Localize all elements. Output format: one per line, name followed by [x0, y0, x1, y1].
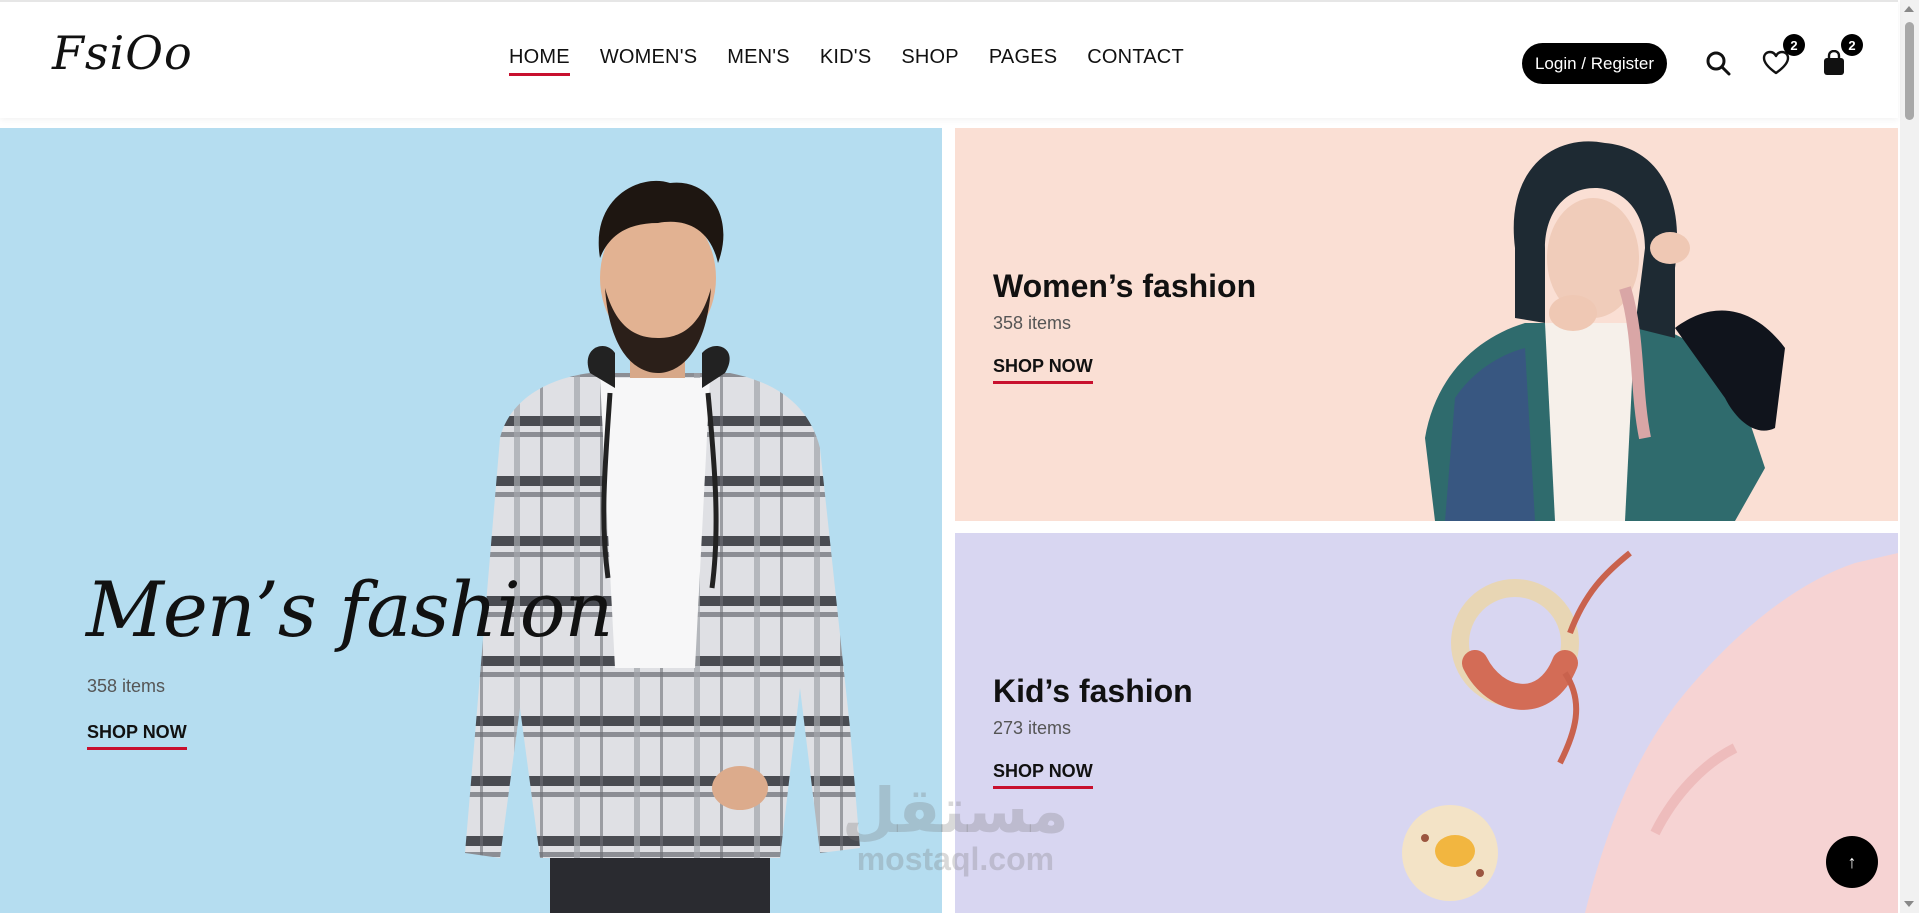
kids-banner-title: Kid’s fashion: [993, 673, 1193, 709]
cart-count-badge: 2: [1841, 34, 1863, 56]
womens-banner-text: Women’s fashion 358 items SHOP NOW: [993, 268, 1256, 384]
kids-products-image: [1402, 550, 1898, 913]
scroll-down-icon[interactable]: [1904, 901, 1914, 907]
womens-shop-now-link[interactable]: SHOP NOW: [993, 356, 1093, 384]
nav-shop[interactable]: SHOP: [901, 46, 958, 75]
womens-banner-title: Women’s fashion: [993, 268, 1257, 304]
womens-fashion-banner[interactable]: Women’s fashion 358 items SHOP NOW: [955, 128, 1898, 521]
watermark-latin: mostaql.com: [856, 841, 1055, 877]
kids-fashion-banner[interactable]: Kid’s fashion 273 items SHOP NOW: [955, 533, 1898, 913]
womens-model-image: [1425, 141, 1785, 521]
kids-item-count: 273 items: [993, 718, 1072, 738]
back-to-top-button[interactable]: ↑: [1826, 836, 1878, 888]
mens-item-count: 358 items: [87, 676, 166, 696]
search-button[interactable]: [1701, 46, 1735, 80]
nav-home[interactable]: HOME: [509, 46, 570, 76]
nav-womens[interactable]: WOMEN'S: [600, 46, 697, 75]
site-logo[interactable]: FsiOo: [52, 26, 193, 80]
site-header: FsiOo HOME WOMEN'S MEN'S KID'S SHOP PAGE…: [0, 0, 1898, 118]
shopping-bag-icon: [1824, 50, 1844, 75]
mens-shop-now-link[interactable]: SHOP NOW: [87, 722, 187, 750]
kids-banner-text: Kid’s fashion 273 items SHOP NOW: [993, 673, 1193, 789]
nav-mens[interactable]: MEN'S: [727, 46, 790, 75]
mens-fashion-banner[interactable]: Men’s fashion 358 items SHOP NOW: [0, 128, 942, 913]
scrollbar-thumb[interactable]: [1905, 22, 1914, 120]
nav-pages[interactable]: PAGES: [989, 46, 1057, 75]
nav-kids[interactable]: KID'S: [820, 46, 872, 75]
heart-icon: [1762, 50, 1790, 75]
mens-banner-title: Men’s fashion: [86, 565, 613, 654]
wishlist-count-badge: 2: [1783, 34, 1805, 56]
nav-contact[interactable]: CONTACT: [1087, 46, 1184, 75]
search-icon: [1706, 51, 1731, 76]
scroll-up-icon[interactable]: [1904, 6, 1914, 12]
cart-button[interactable]: 2: [1817, 34, 1863, 80]
page-scrollbar[interactable]: [1900, 0, 1919, 913]
womens-item-count: 358 items: [993, 313, 1072, 333]
wishlist-button[interactable]: 2: [1759, 34, 1805, 80]
login-register-button[interactable]: Login / Register: [1522, 43, 1667, 84]
arrow-up-icon: ↑: [1847, 851, 1857, 872]
watermark-arabic: مستقل: [842, 774, 1069, 847]
watermark: مستقل mostaql.com: [842, 780, 1069, 877]
main-nav: HOME WOMEN'S MEN'S KID'S SHOP PAGES CONT…: [509, 46, 1184, 76]
